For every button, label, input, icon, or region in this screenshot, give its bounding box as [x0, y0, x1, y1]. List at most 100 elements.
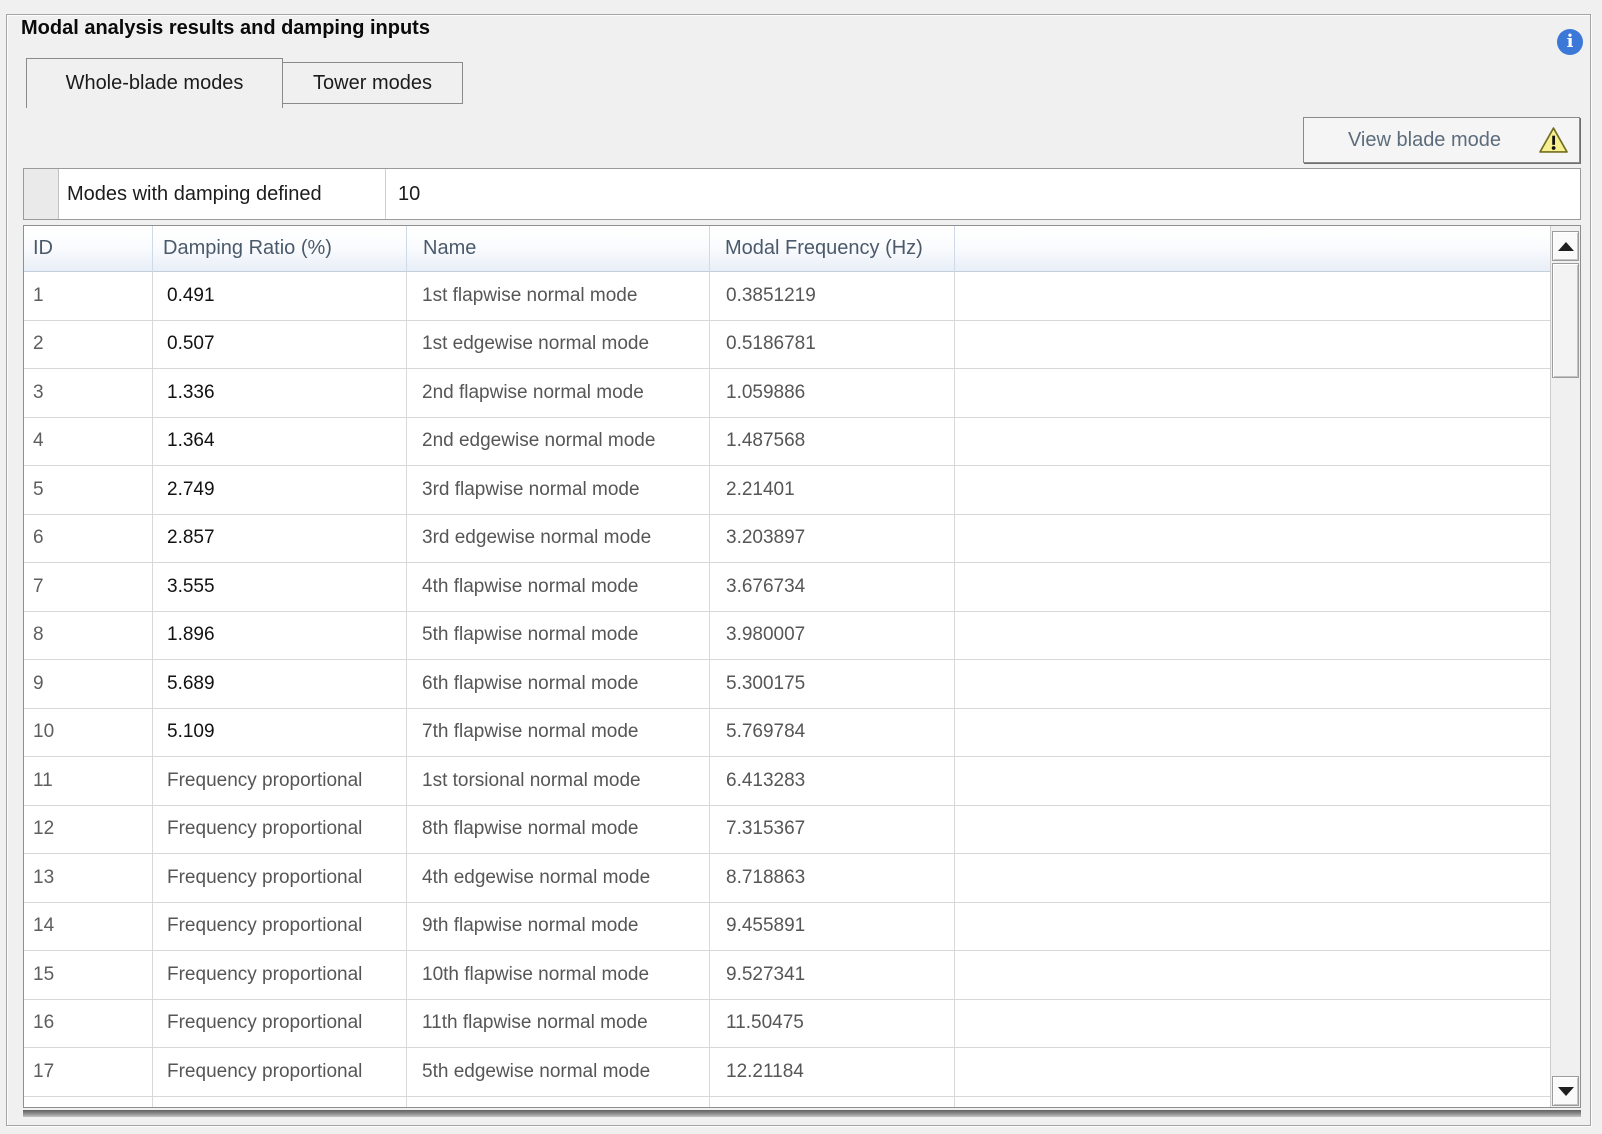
table-row[interactable] — [24, 1097, 1550, 1108]
cell-damping[interactable]: 0.507 — [153, 321, 407, 370]
table-row[interactable]: 9 5.689 6th flapwise normal mode 5.30017… — [24, 660, 1550, 709]
cell-filler — [955, 806, 1550, 855]
cell-damping[interactable]: Frequency proportional — [153, 1048, 407, 1097]
cell-damping[interactable]: 5.109 — [153, 709, 407, 758]
cell-damping[interactable]: 1.336 — [153, 369, 407, 418]
cell-id: 11 — [24, 757, 153, 806]
cell-name: 10th flapwise normal mode — [407, 951, 710, 1000]
cell-damping[interactable]: 5.689 — [153, 660, 407, 709]
view-blade-mode-button[interactable]: View blade mode — [1303, 117, 1580, 163]
table-row[interactable]: 10 5.109 7th flapwise normal mode 5.7697… — [24, 709, 1550, 758]
cell-damping[interactable]: Frequency proportional — [153, 757, 407, 806]
cell-damping[interactable]: Frequency proportional — [153, 1000, 407, 1049]
table-row[interactable]: 2 0.507 1st edgewise normal mode 0.51867… — [24, 321, 1550, 370]
table-row[interactable]: 11 Frequency proportional 1st torsional … — [24, 757, 1550, 806]
cell-id: 2 — [24, 321, 153, 370]
cell-freq: 3.203897 — [710, 515, 955, 564]
cell-name: 5th flapwise normal mode — [407, 612, 710, 661]
cell-freq: 6.413283 — [710, 757, 955, 806]
scroll-thumb[interactable] — [1552, 263, 1579, 378]
cell-id: 14 — [24, 903, 153, 952]
table-row[interactable]: 15 Frequency proportional 10th flapwise … — [24, 951, 1550, 1000]
table-row[interactable]: 14 Frequency proportional 9th flapwise n… — [24, 903, 1550, 952]
table-row[interactable]: 16 Frequency proportional 11th flapwise … — [24, 1000, 1550, 1049]
group-title: Modal analysis results and damping input… — [15, 17, 436, 40]
cell-name: 1st torsional normal mode — [407, 757, 710, 806]
cell-filler — [955, 418, 1550, 467]
table-row[interactable]: 5 2.749 3rd flapwise normal mode 2.21401 — [24, 466, 1550, 515]
cell-name: 3rd edgewise normal mode — [407, 515, 710, 564]
cell-name: 1st edgewise normal mode — [407, 321, 710, 370]
cell-freq: 1.059886 — [710, 369, 955, 418]
down-arrow-icon — [1558, 1087, 1574, 1096]
cell-freq: 5.769784 — [710, 709, 955, 758]
cell-freq: 12.21184 — [710, 1048, 955, 1097]
table-row[interactable]: 6 2.857 3rd edgewise normal mode 3.20389… — [24, 515, 1550, 564]
tab-whole-blade-modes-label: Whole-blade modes — [66, 72, 244, 95]
header-cell-damping-ratio[interactable]: Damping Ratio (%) — [153, 226, 407, 272]
cell-filler — [955, 660, 1550, 709]
header-cell-modal-frequency[interactable]: Modal Frequency (Hz) — [710, 226, 955, 272]
cell-damping[interactable]: 2.749 — [153, 466, 407, 515]
cell-name: 1st flapwise normal mode — [407, 272, 710, 321]
cell-freq: 0.3851219 — [710, 272, 955, 321]
table-row[interactable]: 17 Frequency proportional 5th edgewise n… — [24, 1048, 1550, 1097]
cell-freq: 3.980007 — [710, 612, 955, 661]
cell-freq: 5.300175 — [710, 660, 955, 709]
table-row[interactable]: 12 Frequency proportional 8th flapwise n… — [24, 806, 1550, 855]
cell-name: 2nd flapwise normal mode — [407, 369, 710, 418]
modes-with-damping-label: Modes with damping defined — [59, 169, 386, 219]
cell-id: 3 — [24, 369, 153, 418]
cell-damping[interactable]: Frequency proportional — [153, 951, 407, 1000]
table-row[interactable]: 3 1.336 2nd flapwise normal mode 1.05988… — [24, 369, 1550, 418]
table-row[interactable]: 8 1.896 5th flapwise normal mode 3.98000… — [24, 612, 1550, 661]
modes-table-content: ID Damping Ratio (%) Name Modal Frequenc… — [24, 226, 1550, 1107]
cell-freq: 0.5186781 — [710, 321, 955, 370]
info-icon[interactable]: i — [1557, 29, 1583, 55]
cell-id: 10 — [24, 709, 153, 758]
cell-damping[interactable]: Frequency proportional — [153, 806, 407, 855]
cell-name: 5th edgewise normal mode — [407, 1048, 710, 1097]
cell-filler — [955, 757, 1550, 806]
cell-id: 13 — [24, 854, 153, 903]
scroll-up-button[interactable] — [1552, 231, 1579, 261]
cell-id: 9 — [24, 660, 153, 709]
cell-freq: 9.527341 — [710, 951, 955, 1000]
cell-name: 4th flapwise normal mode — [407, 563, 710, 612]
cell-damping[interactable]: Frequency proportional — [153, 854, 407, 903]
cell-freq — [710, 1097, 955, 1108]
header-cell-name[interactable]: Name — [407, 226, 710, 272]
scroll-down-button[interactable] — [1552, 1076, 1579, 1106]
cell-damping[interactable]: 0.491 — [153, 272, 407, 321]
cell-damping[interactable]: 1.896 — [153, 612, 407, 661]
tab-tower-modes[interactable]: Tower modes — [283, 62, 463, 104]
cell-damping[interactable]: Frequency proportional — [153, 903, 407, 952]
cell-damping[interactable] — [153, 1097, 407, 1108]
cell-filler — [955, 515, 1550, 564]
cell-id: 15 — [24, 951, 153, 1000]
cell-filler — [955, 709, 1550, 758]
header-cell-id[interactable]: ID — [24, 226, 153, 272]
cell-filler — [955, 563, 1550, 612]
header-cell-filler — [955, 226, 1550, 272]
cell-filler — [955, 1000, 1550, 1049]
cell-filler — [955, 321, 1550, 370]
modes-with-damping-value[interactable]: 10 — [386, 169, 1580, 219]
table-row[interactable]: 13 Frequency proportional 4th edgewise n… — [24, 854, 1550, 903]
table-body: 1 0.491 1st flapwise normal mode 0.38512… — [24, 272, 1550, 1107]
tab-whole-blade-modes[interactable]: Whole-blade modes — [26, 58, 283, 108]
table-row[interactable]: 4 1.364 2nd edgewise normal mode 1.48756… — [24, 418, 1550, 467]
vertical-scrollbar[interactable] — [1550, 226, 1580, 1107]
table-row[interactable]: 7 3.555 4th flapwise normal mode 3.67673… — [24, 563, 1550, 612]
cell-id: 17 — [24, 1048, 153, 1097]
cell-freq: 8.718863 — [710, 854, 955, 903]
cell-id: 16 — [24, 1000, 153, 1049]
table-header: ID Damping Ratio (%) Name Modal Frequenc… — [24, 226, 1550, 272]
cell-filler — [955, 466, 1550, 515]
cell-damping[interactable]: 1.364 — [153, 418, 407, 467]
cell-damping[interactable]: 2.857 — [153, 515, 407, 564]
cell-filler — [955, 854, 1550, 903]
cell-damping[interactable]: 3.555 — [153, 563, 407, 612]
cell-freq: 9.455891 — [710, 903, 955, 952]
table-row[interactable]: 1 0.491 1st flapwise normal mode 0.38512… — [24, 272, 1550, 321]
